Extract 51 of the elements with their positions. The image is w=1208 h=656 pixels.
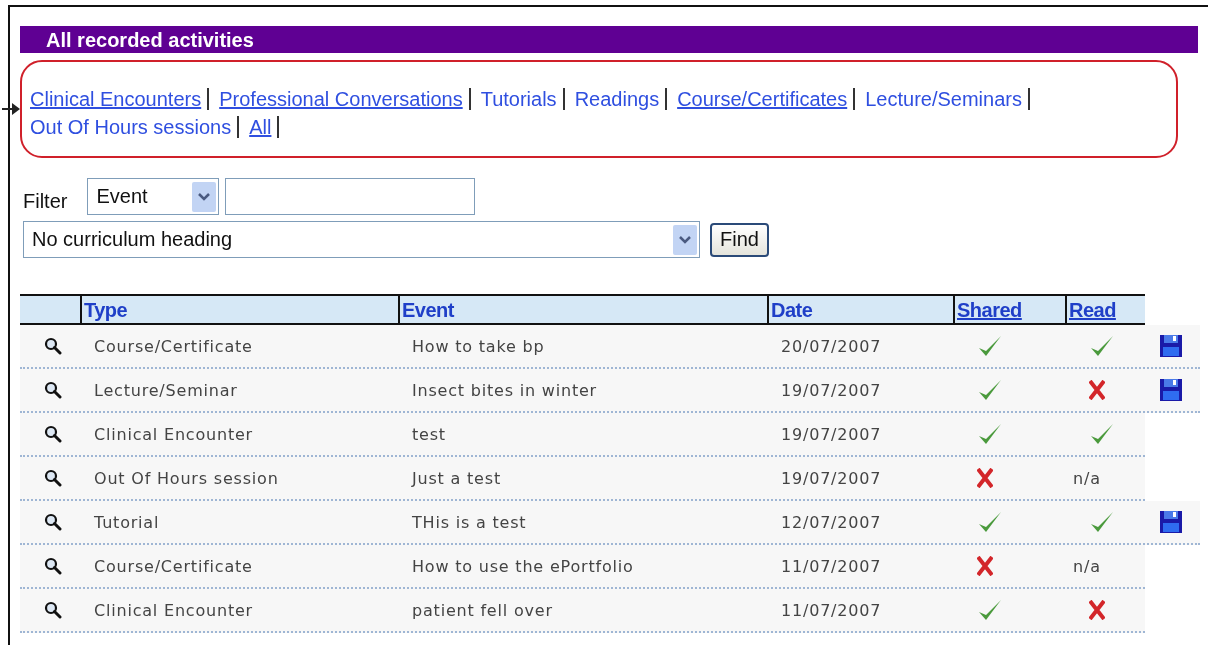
category-link[interactable]: Clinical Encounters — [30, 86, 202, 112]
column-header[interactable]: Shared — [953, 294, 1065, 325]
table-cell-text: Insect bites in winter — [411, 380, 597, 400]
column-header: Type — [80, 294, 398, 325]
table-cell-text: 20/07/2007 — [780, 336, 882, 356]
table-cell-text: Just a test — [410, 468, 501, 488]
arrow-icon — [2, 103, 20, 115]
curriculum-select[interactable]: No curriculum heading — [23, 221, 700, 258]
category-link[interactable]: Lecture/Seminars — [865, 86, 1022, 112]
table-cell-text: 19/07/2007 — [780, 468, 882, 488]
table-cell-text: test — [411, 424, 446, 444]
table-cell-text: How to use the ePortfolio — [411, 556, 634, 576]
field-select[interactable]: Event — [87, 178, 220, 215]
magnifier-icon[interactable] — [44, 425, 62, 443]
category-link[interactable]: Readings — [574, 86, 660, 112]
table-cell-text: 12/07/2007 — [780, 512, 882, 532]
filter-label: Filter — [23, 190, 68, 213]
header-cell — [20, 294, 80, 325]
filter-input[interactable] — [225, 178, 476, 215]
table-cell-text: 11/07/2007 — [780, 600, 882, 620]
category-link[interactable]: All — [249, 114, 272, 140]
table-cell-text: 19/07/2007 — [780, 380, 882, 400]
category-link[interactable]: Course/Certificates — [677, 86, 848, 112]
category-link[interactable]: Out Of Hours sessions — [30, 114, 232, 140]
magnifier-icon[interactable] — [44, 513, 62, 531]
category-link[interactable]: Professional Conversations — [219, 86, 463, 112]
table-cell-text: Course/Certificate — [93, 556, 253, 576]
table-cell-text: 11/07/2007 — [780, 556, 882, 576]
table-cell-text: Out Of Hours session — [93, 468, 279, 488]
table-cell-text: Lecture/Seminar — [93, 380, 238, 400]
section-title: All recorded activities — [20, 26, 1198, 53]
table-cell-text: Clinical Encounter — [93, 424, 253, 444]
table-cell-text: n/a — [1072, 468, 1101, 488]
table-cell-text: Clinical Encounter — [93, 600, 253, 620]
column-header[interactable]: Read — [1065, 294, 1145, 325]
table-cell-text: Course/Certificate — [93, 336, 253, 356]
column-header: Event — [398, 294, 767, 325]
magnifier-icon[interactable] — [44, 381, 62, 399]
table-cell-text: How to take bp — [411, 336, 545, 356]
magnifier-icon[interactable] — [44, 601, 62, 619]
table-cell-text: n/a — [1072, 556, 1101, 576]
magnifier-icon[interactable] — [44, 469, 62, 487]
column-header: Date — [767, 294, 953, 325]
find-button[interactable]: Find — [710, 222, 769, 257]
table-cell-text: THis is a test — [411, 512, 527, 532]
category-link[interactable]: Tutorials — [480, 86, 557, 112]
table-cell-text: Tutorial — [93, 512, 160, 532]
table-cell-text: patient fell over — [411, 600, 553, 620]
magnifier-icon[interactable] — [44, 337, 62, 355]
table-cell-text: 19/07/2007 — [780, 424, 882, 444]
magnifier-icon[interactable] — [44, 557, 62, 575]
